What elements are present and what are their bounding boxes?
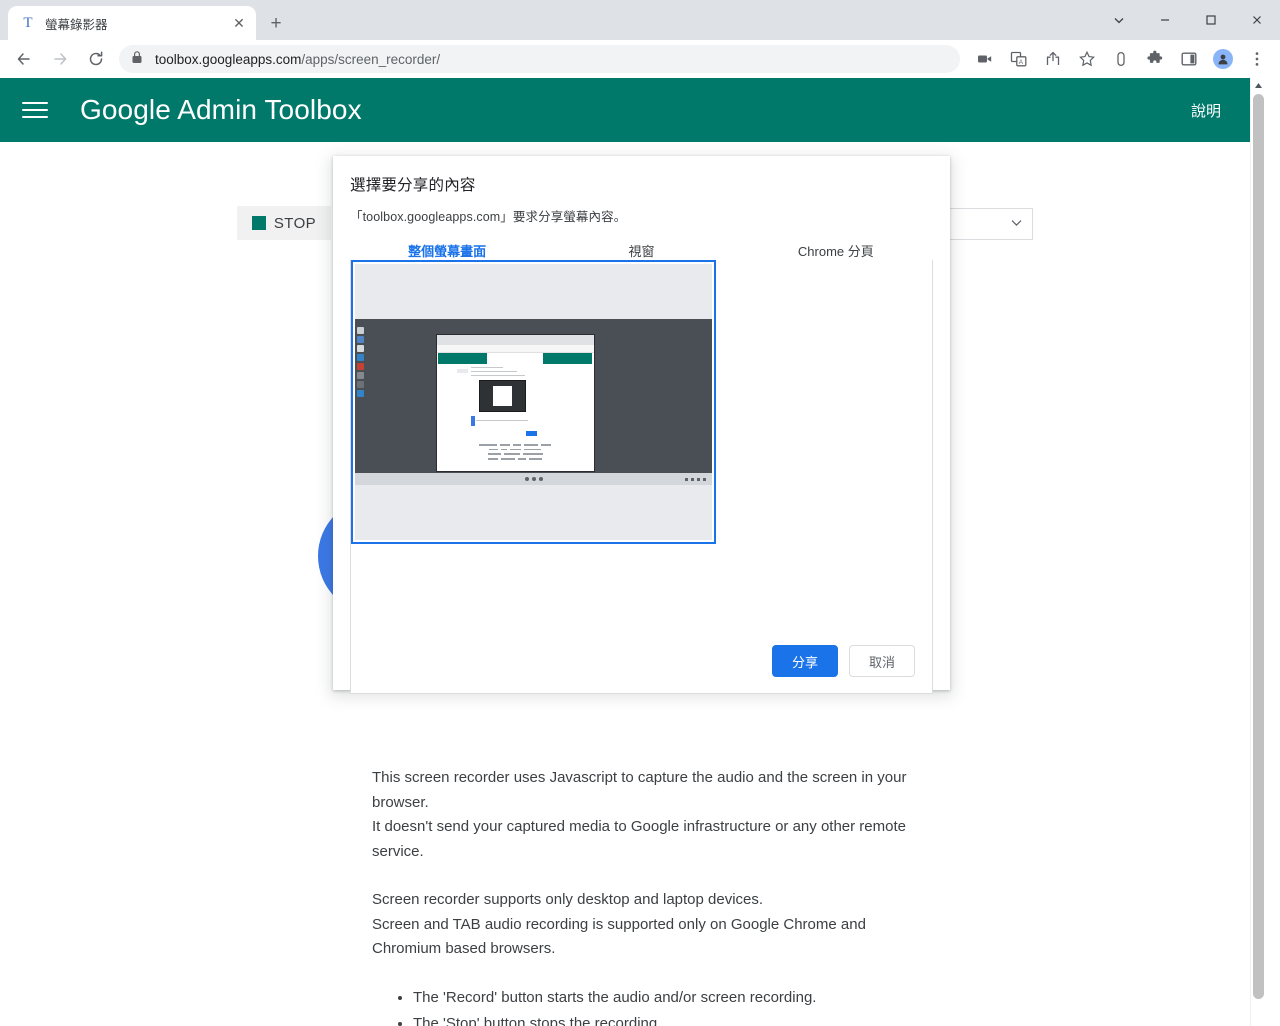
nested-app-header-right [543,353,592,364]
nested-toolbar [436,344,594,354]
toolbox-t-icon: T [23,14,33,31]
new-tab-button[interactable]: + [262,9,290,37]
tray-icon [685,477,688,481]
nested-divider [475,419,528,421]
dialog-title: 選擇要分享的內容 [350,177,476,194]
share-button[interactable]: 分享 [772,645,838,677]
page-viewport: Google Admin Toolbox 說明 STOP h Definiti … [0,78,1280,1026]
info-paragraph-3: Screen recorder supports only desktop an… [372,891,764,908]
tab-search-chevron-down-icon[interactable] [1096,0,1142,40]
tray-icon [691,477,694,481]
nested-browser-window [435,334,595,473]
desktop-icon [357,371,364,379]
back-icon[interactable] [9,44,39,74]
desktop-taskbar [355,473,712,485]
screen-share-camera-icon[interactable] [971,45,999,73]
maximize-icon[interactable] [1188,0,1234,40]
browser-toolbar: toolbox.googleapps.com/apps/screen_recor… [0,40,1280,78]
tab-strip: T 螢幕錄影器 ✕ + [0,0,1280,40]
taskbar-tray [685,477,706,481]
profile-avatar-icon[interactable] [1209,45,1237,73]
lock-icon [131,50,145,69]
app-header: Google Admin Toolbox 說明 [0,78,1265,142]
chrome-browser-window: T 螢幕錄影器 ✕ + toolbox.googleapps.com/apps/… [0,0,1280,1026]
desktop-icon-column [357,325,366,419]
share-icon[interactable] [1039,45,1067,73]
tray-icon [703,477,706,481]
nested-inner-preview [493,385,512,406]
scrollbar-thumb[interactable] [1253,94,1264,999]
dialog-action-buttons: 分享 取消 [772,645,915,677]
screen-thumbnail [355,264,712,540]
browser-tab[interactable]: T 螢幕錄影器 ✕ [8,6,256,40]
address-bar[interactable]: toolbox.googleapps.com/apps/screen_recor… [119,45,960,73]
cancel-button[interactable]: 取消 [849,645,915,677]
minimize-icon[interactable] [1142,0,1188,40]
desktop-icon [357,353,364,361]
hamburger-menu-icon[interactable] [22,102,48,118]
nested-app-header-left [438,353,487,364]
nested-audio-bar [471,415,476,427]
tab-close-icon[interactable]: ✕ [230,14,248,32]
dialog-content-panel: 分享 取消 [350,260,933,694]
tab-title: 螢幕錄影器 [45,17,108,32]
stop-button[interactable]: STOP [237,206,331,240]
nested-share-button [526,430,538,436]
nested-inner-dialog [479,380,527,412]
three-dot-menu-icon[interactable] [1243,45,1271,73]
toolbar-icon-group: A [968,45,1274,73]
avatar [1213,49,1233,69]
desktop-icon [357,389,364,397]
list-item: The 'Stop' button stops the recording. [413,1012,932,1026]
taskbar-item [524,477,529,482]
reload-icon[interactable] [81,44,111,74]
url-path: /apps/screen_recorder/ [301,51,441,67]
stop-square-icon [251,216,266,230]
nested-tab-bar [436,335,594,345]
scroll-up-arrow-icon[interactable] [1251,78,1265,93]
info-text-block: This screen recorder uses Javascript to … [372,766,932,1026]
bookmark-star-icon[interactable] [1073,45,1101,73]
help-link[interactable]: 說明 [1191,100,1221,121]
desktop-icon [357,362,364,370]
info-bullet-list: The 'Record' button starts the audio and… [372,986,932,1026]
translate-icon[interactable]: A [1005,45,1033,73]
nested-text-block [474,444,556,462]
desktop-icon [357,335,364,343]
taskbar-item [538,477,543,482]
desktop-icon [357,380,364,388]
dialog-subtitle: 「toolbox.googleapps.com」要求分享螢幕內容。 [350,210,627,224]
taskbar-item [531,477,536,482]
info-paragraph-4: Screen and TAB audio recording is suppor… [372,915,866,958]
side-panel-icon[interactable] [1175,45,1203,73]
info-paragraph-2: It doesn't send your captured media to G… [372,818,906,860]
close-icon[interactable] [1234,0,1280,40]
url-text: toolbox.googleapps.com/apps/screen_recor… [155,52,440,67]
desktop-icon [357,326,364,334]
desktop-icon [357,344,364,352]
list-item: The 'Record' button starts the audio and… [413,986,932,1011]
nested-text-lines [471,366,525,380]
url-host: toolbox.googleapps.com [155,51,302,67]
entire-screen-preview[interactable] [351,260,716,544]
info-paragraph-1: This screen recorder uses Javascript to … [372,769,907,811]
chevron-down-icon [1011,218,1022,230]
pen-capsule-icon[interactable] [1107,45,1135,73]
page-scrollbar[interactable] [1250,78,1265,1026]
tray-icon [697,477,700,481]
forward-icon [45,44,75,74]
nested-stop-button [457,369,469,374]
screen-share-dialog: 選擇要分享的內容 「toolbox.googleapps.com」要求分享螢幕內… [333,156,950,694]
window-controls [1096,0,1280,40]
extensions-puzzle-icon[interactable] [1141,45,1169,73]
svg-text:A: A [1019,59,1024,66]
page-title: Google Admin Toolbox [80,94,362,125]
stop-button-label: STOP [273,214,317,232]
